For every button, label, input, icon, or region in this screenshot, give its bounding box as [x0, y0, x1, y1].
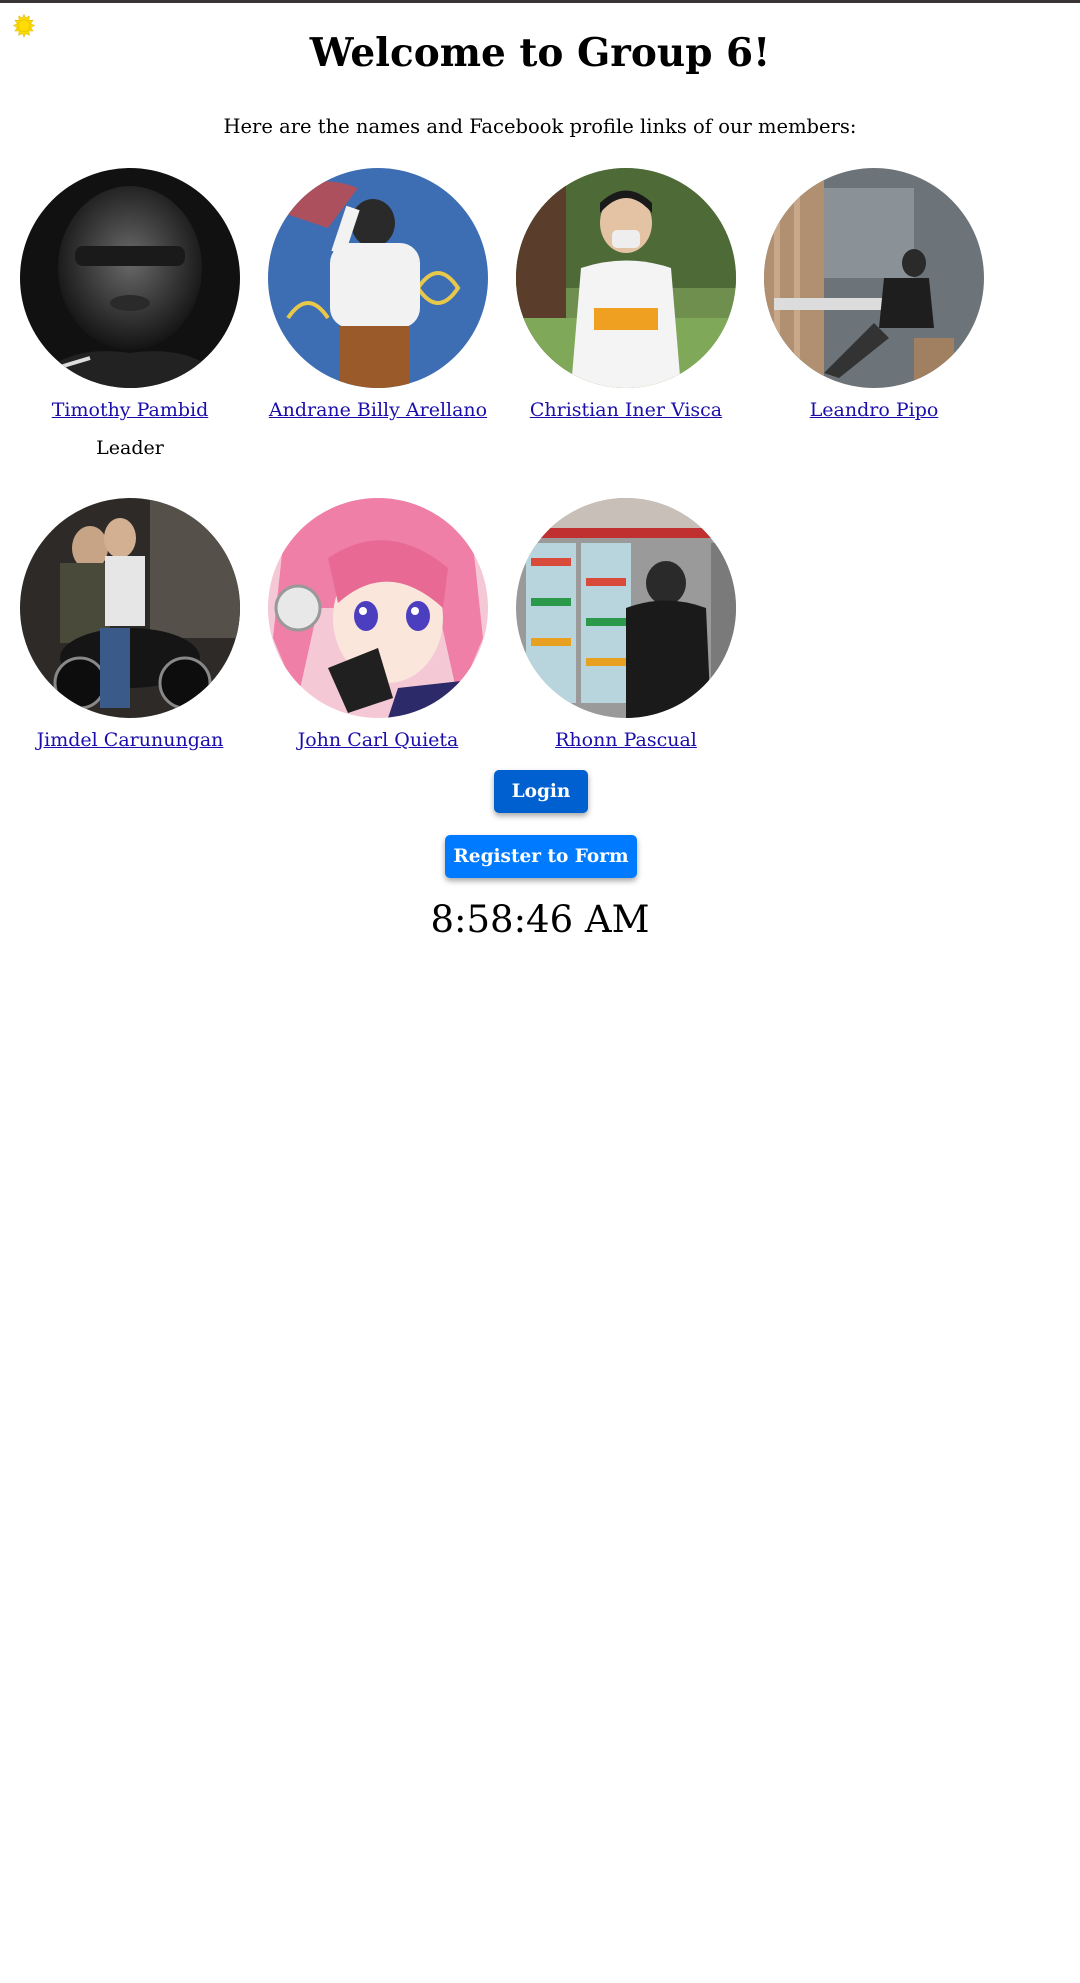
member-card: Timothy Pambid Leader [10, 168, 250, 461]
member-card: Jimdel Carunungan [10, 498, 250, 753]
member-card: Christian Iner Visca [506, 168, 746, 423]
member-photo [516, 498, 736, 718]
intro-text: Here are the names and Facebook profile … [223, 115, 857, 138]
member-photo [20, 498, 240, 718]
member-link[interactable]: Leandro Pipo [754, 397, 994, 423]
member-link[interactable]: John Carl Quieta [258, 727, 498, 753]
member-photo [516, 168, 736, 388]
member-link[interactable]: Timothy Pambid [10, 397, 250, 423]
clock-display: 8:58:46 AM [430, 898, 650, 941]
member-role: Leader [96, 437, 164, 459]
member-photo [268, 498, 488, 718]
member-link[interactable]: Christian Iner Visca [506, 397, 746, 423]
member-photo [20, 168, 240, 388]
member-photo [268, 168, 488, 388]
member-card: Leandro Pipo [754, 168, 994, 423]
page-title: Welcome to Group 6! [309, 30, 771, 76]
member-card: Rhonn Pascual [506, 498, 746, 753]
login-button[interactable]: Login [494, 770, 588, 813]
member-link[interactable]: Rhonn Pascual [506, 727, 746, 753]
member-link[interactable]: Jimdel Carunungan [10, 727, 250, 753]
member-card: John Carl Quieta [258, 498, 498, 753]
member-photo [764, 168, 984, 388]
register-button[interactable]: Register to Form [445, 835, 637, 878]
member-card: Andrane Billy Arellano [258, 168, 498, 423]
member-link[interactable]: Andrane Billy Arellano [258, 397, 498, 423]
